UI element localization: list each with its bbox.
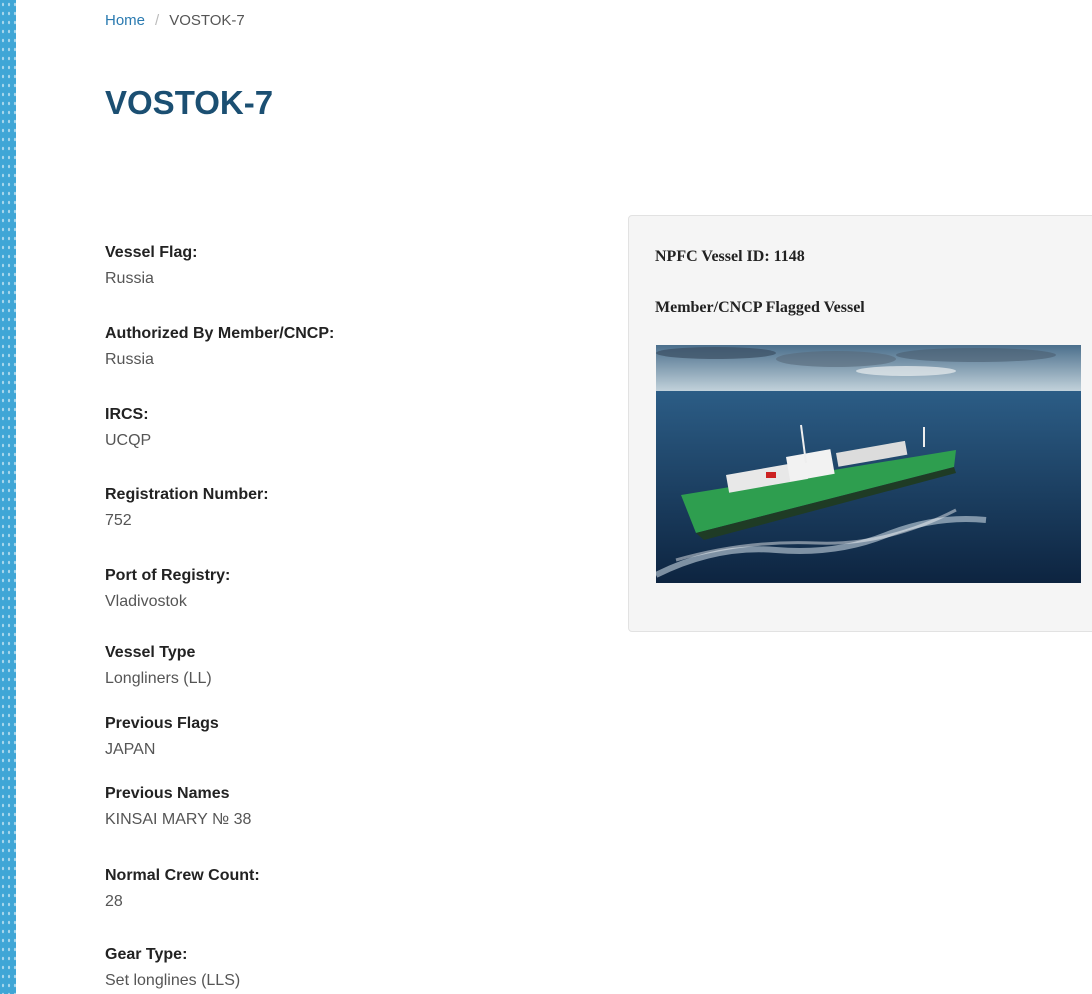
field-value: Longliners (LL) xyxy=(105,670,212,687)
field-value: Set longlines (LLS) xyxy=(105,972,241,989)
field-label: Port of Registry: xyxy=(105,567,231,584)
field-label: Previous Flags xyxy=(105,715,219,732)
field-value: KINSAI MARY № 38 xyxy=(105,811,252,828)
vessel-photo-illustration xyxy=(656,345,1081,583)
vessel-photo xyxy=(656,345,1081,583)
field-value: Vladivostok xyxy=(105,593,187,610)
field-registration-number: Registration Number: 752 xyxy=(105,485,269,531)
vessel-category-text: Member/CNCP Flagged Vessel xyxy=(655,299,865,316)
field-label: Normal Crew Count: xyxy=(105,867,260,884)
vessel-id-text: NPFC Vessel ID: 1148 xyxy=(655,248,805,265)
field-value: Russia xyxy=(105,351,154,368)
field-label: Registration Number: xyxy=(105,486,269,503)
field-value: JAPAN xyxy=(105,741,156,758)
breadcrumb-home-link[interactable]: Home xyxy=(105,12,145,29)
field-vessel-type: Vessel Type Longliners (LL) xyxy=(105,643,212,689)
field-ircs: IRCS: UCQP xyxy=(105,405,151,451)
field-label: Previous Names xyxy=(105,785,230,802)
field-previous-names: Previous Names KINSAI MARY № 38 xyxy=(105,784,251,830)
field-value: UCQP xyxy=(105,432,152,449)
vessel-info-card: NPFC Vessel ID: 1148 Member/CNCP Flagged… xyxy=(628,215,1092,632)
breadcrumb: Home / VOSTOK-7 xyxy=(105,12,245,29)
field-normal-crew-count: Normal Crew Count: 28 xyxy=(105,866,260,912)
field-authorized-by: Authorized By Member/CNCP: Russia xyxy=(105,324,334,370)
field-value: 752 xyxy=(105,512,132,529)
field-label: Vessel Flag: xyxy=(105,244,198,261)
breadcrumb-current: VOSTOK-7 xyxy=(169,12,245,29)
field-value: 28 xyxy=(105,893,123,910)
field-label: Gear Type: xyxy=(105,946,188,963)
field-label: Vessel Type xyxy=(105,644,196,661)
field-vessel-flag: Vessel Flag: Russia xyxy=(105,243,198,289)
main-content: Home / VOSTOK-7 VOSTOK-7 Vessel Flag: Russ… xyxy=(105,0,1092,994)
field-previous-flags: Previous Flags JAPAN xyxy=(105,714,219,760)
field-gear-type: Gear Type: Set longlines (LLS) xyxy=(105,945,240,991)
decorative-side-strip xyxy=(0,0,16,994)
field-port-of-registry: Port of Registry: Vladivostok xyxy=(105,566,230,612)
field-label: IRCS: xyxy=(105,406,149,423)
field-label: Authorized By Member/CNCP: xyxy=(105,325,335,342)
breadcrumb-separator: / xyxy=(155,12,160,29)
page-title: VOSTOK-7 xyxy=(105,84,274,121)
field-value: Russia xyxy=(105,270,154,287)
